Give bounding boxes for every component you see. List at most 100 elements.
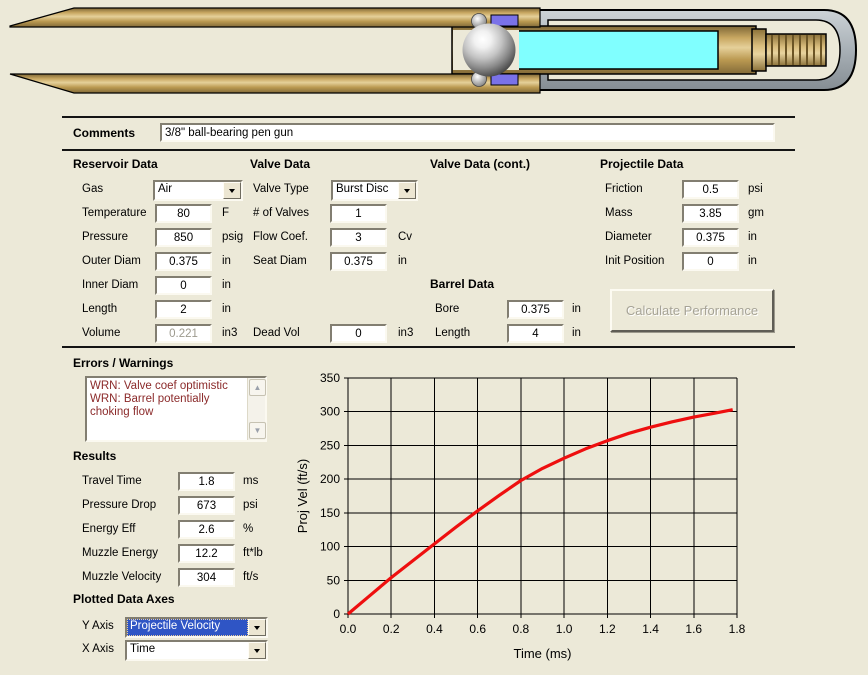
travel-time-unit: ms	[243, 475, 258, 487]
valve-type-dropdown-button[interactable]	[398, 182, 416, 199]
flow-coef-unit: Cv	[398, 231, 412, 243]
energy-eff-label: Energy Eff	[82, 523, 136, 535]
res-length-label: Length	[82, 303, 117, 315]
outer-diam-input[interactable]	[155, 252, 212, 271]
flow-coef-input[interactable]	[330, 228, 387, 247]
valve-title: Valve Data	[250, 157, 310, 171]
svg-text:1.6: 1.6	[685, 622, 702, 636]
init-position-input[interactable]	[682, 252, 739, 271]
diameter-input[interactable]	[682, 228, 739, 247]
warning-line: WRN: Valve coef optimistic	[90, 380, 246, 393]
init-position-unit: in	[748, 255, 757, 267]
separator-bottom	[62, 346, 795, 348]
x-axis-value: Time	[127, 642, 248, 659]
dead-vol-unit: in3	[398, 327, 413, 339]
comments-label: Comments	[73, 126, 135, 140]
friction-input[interactable]	[682, 180, 739, 199]
x-axis-dropdown-button[interactable]	[248, 642, 266, 659]
gas-combo[interactable]: Air	[153, 180, 243, 201]
dead-vol-input[interactable]	[330, 324, 387, 343]
scroll-down-button[interactable]: ▼	[249, 422, 266, 439]
y-axis-value: Projectile Velocity	[127, 619, 248, 636]
pressure-unit: psig	[222, 231, 243, 243]
svg-text:1.4: 1.4	[642, 622, 659, 636]
seat-diam-input[interactable]	[330, 252, 387, 271]
gun-schematic	[0, 0, 868, 100]
svg-text:0.8: 0.8	[513, 622, 530, 636]
temperature-label: Temperature	[82, 207, 147, 219]
pressure-drop-output	[178, 496, 235, 515]
svg-text:Time (ms): Time (ms)	[513, 646, 571, 661]
mass-input[interactable]	[682, 204, 739, 223]
x-axis-label: X Axis	[82, 643, 114, 655]
barrel-length-label: Length	[435, 327, 470, 339]
separator-top	[62, 116, 795, 118]
svg-text:200: 200	[320, 472, 340, 486]
chevron-down-icon	[404, 189, 410, 193]
chevron-down-icon	[254, 649, 260, 653]
y-axis-label: Y Axis	[82, 620, 114, 632]
muzzle-energy-unit: ft*lb	[243, 547, 263, 559]
scroll-up-button[interactable]: ▲	[249, 379, 266, 396]
bore-input[interactable]	[507, 300, 564, 319]
muzzle-velocity-label: Muzzle Velocity	[82, 571, 161, 583]
valve-type-combo[interactable]: Burst Disc	[331, 180, 418, 201]
seat-diam-label: Seat Diam	[253, 255, 307, 267]
svg-text:250: 250	[320, 438, 340, 452]
projectile-ball	[463, 24, 516, 77]
svg-text:1.0: 1.0	[556, 622, 573, 636]
svg-text:50: 50	[327, 573, 341, 587]
errors-scrollbar[interactable]: ▲ ▼	[247, 378, 265, 440]
svg-text:0.0: 0.0	[340, 622, 357, 636]
errors-listbox[interactable]: WRN: Valve coef optimistic WRN: Barrel p…	[85, 376, 267, 442]
separator-mid	[62, 149, 795, 151]
muzzle-velocity-unit: ft/s	[243, 571, 258, 583]
volume-output	[155, 324, 212, 343]
barrel-length-input[interactable]	[507, 324, 564, 343]
pressure-input[interactable]	[155, 228, 212, 247]
bore-unit: in	[572, 303, 581, 315]
svg-text:350: 350	[320, 371, 340, 385]
x-axis-combo[interactable]: Time	[125, 640, 268, 661]
svg-text:100: 100	[320, 540, 340, 554]
gas-chamber	[518, 31, 718, 69]
reservoir-title: Reservoir Data	[73, 157, 158, 171]
y-axis-combo[interactable]: Projectile Velocity	[125, 617, 268, 638]
svg-text:0: 0	[333, 607, 340, 621]
outer-diam-label: Outer Diam	[82, 255, 141, 267]
muzzle-energy-output	[178, 544, 235, 563]
svg-text:1.8: 1.8	[729, 622, 746, 636]
mass-unit: gm	[748, 207, 764, 219]
svg-text:Proj Vel (ft/s): Proj Vel (ft/s)	[295, 459, 310, 533]
temperature-input[interactable]	[155, 204, 212, 223]
plot-axes-title: Plotted Data Axes	[73, 592, 175, 606]
y-axis-dropdown-button[interactable]	[248, 619, 266, 636]
svg-text:0.2: 0.2	[383, 622, 400, 636]
pressure-drop-unit: psi	[243, 499, 258, 511]
gas-gun-design-tool-window: Comments Reservoir Data Gas Air Temperat…	[0, 0, 868, 675]
dead-vol-label: Dead Vol	[253, 327, 300, 339]
travel-time-output	[178, 472, 235, 491]
inner-diam-input[interactable]	[155, 276, 212, 295]
velocity-chart: 0.00.20.40.60.81.01.21.41.61.80501001502…	[290, 352, 770, 672]
energy-eff-output	[178, 520, 235, 539]
pressure-label: Pressure	[82, 231, 128, 243]
comments-input[interactable]	[160, 123, 775, 142]
calculate-performance-button[interactable]: Calculate Performance	[610, 289, 774, 332]
valve-cont-title: Valve Data (cont.)	[430, 157, 530, 171]
inner-diam-label: Inner Diam	[82, 279, 138, 291]
energy-eff-unit: %	[243, 523, 253, 535]
bore-label: Bore	[435, 303, 459, 315]
valve-type-label: Valve Type	[253, 183, 309, 195]
warning-line: WRN: Barrel potentially choking flow	[90, 393, 246, 419]
travel-time-label: Travel Time	[82, 475, 142, 487]
svg-text:150: 150	[320, 506, 340, 520]
inner-diam-unit: in	[222, 279, 231, 291]
chevron-down-icon	[254, 626, 260, 630]
svg-text:300: 300	[320, 405, 340, 419]
num-valves-input[interactable]	[330, 204, 387, 223]
muzzle-energy-label: Muzzle Energy	[82, 547, 158, 559]
gas-dropdown-button[interactable]	[223, 182, 241, 199]
res-length-input[interactable]	[155, 300, 212, 319]
friction-unit: psi	[748, 183, 763, 195]
